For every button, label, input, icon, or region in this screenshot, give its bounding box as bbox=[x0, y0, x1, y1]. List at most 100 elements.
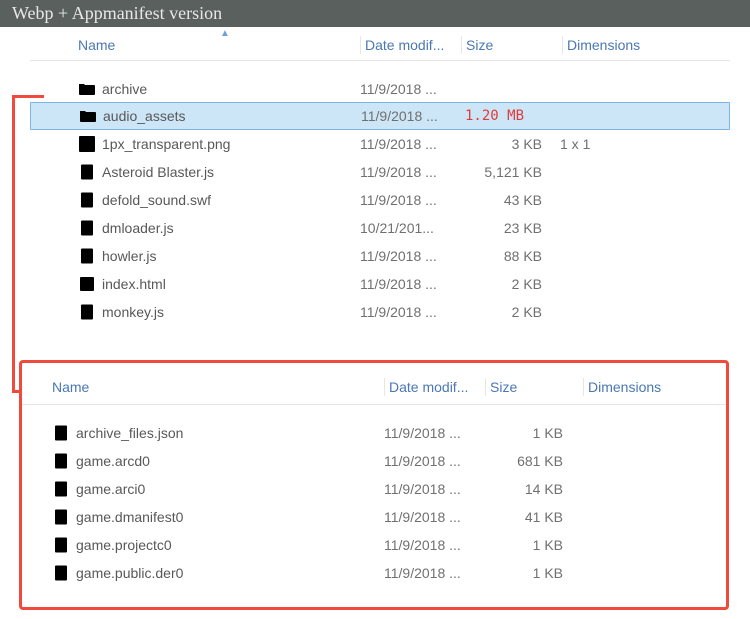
file-size-cell: 1 KB bbox=[484, 565, 581, 581]
html-icon bbox=[78, 275, 96, 293]
script-icon bbox=[78, 219, 96, 237]
file-name-cell: archive bbox=[30, 80, 360, 98]
file-name-label: index.html bbox=[102, 276, 166, 292]
column-header-dimensions[interactable]: Dimensions bbox=[584, 379, 726, 395]
file-date-cell: 11/9/2018 ... bbox=[360, 164, 460, 180]
file-date-cell: 11/9/2018 ... bbox=[384, 481, 484, 497]
folder-icon bbox=[79, 107, 97, 125]
doc-icon bbox=[52, 424, 70, 442]
file-name-cell: game.public.der0 bbox=[22, 564, 384, 582]
file-size-cell: 1 KB bbox=[484, 425, 581, 441]
file-size-cell: 3 KB bbox=[460, 136, 560, 152]
file-row[interactable]: audio_assets 11/9/2018 ...1.20 MB bbox=[30, 102, 730, 130]
file-name-cell: Asteroid Blaster.js bbox=[30, 163, 360, 181]
file-date-cell: 11/9/2018 ... bbox=[384, 509, 484, 525]
file-name-cell: monkey.js bbox=[30, 303, 360, 321]
column-header-name[interactable]: Name bbox=[22, 379, 384, 395]
file-date-cell: 11/9/2018 ... bbox=[384, 565, 484, 581]
script-icon bbox=[78, 303, 96, 321]
column-header-dimensions[interactable]: Dimensions bbox=[563, 37, 730, 53]
file-date-cell: 10/21/201... bbox=[360, 220, 460, 236]
file-size-cell: 2 KB bbox=[460, 276, 560, 292]
file-size-cell: 1.20 MB bbox=[461, 108, 561, 124]
file-name-cell: archive_files.json bbox=[22, 424, 384, 442]
file-name-label: Asteroid Blaster.js bbox=[102, 164, 214, 180]
file-date-cell: 11/9/2018 ... bbox=[360, 276, 460, 292]
callout-box: Name Date modif... Size Dimensions archi… bbox=[19, 360, 729, 610]
file-icon bbox=[52, 536, 70, 554]
column-header-name[interactable]: Name bbox=[30, 37, 360, 53]
file-name-label: game.arci0 bbox=[76, 481, 145, 497]
file-name-label: game.arcd0 bbox=[76, 453, 150, 469]
file-date-cell: 11/9/2018 ... bbox=[360, 81, 460, 97]
file-rows: archive 11/9/2018 ... audio_assets 11/9/201… bbox=[30, 61, 730, 326]
file-size-cell: 1 KB bbox=[484, 537, 581, 553]
file-row[interactable]: defold_sound.swf11/9/2018 ...43 KB bbox=[30, 186, 730, 214]
file-row[interactable]: game.public.der0 11/9/2018 ...1 KB bbox=[22, 559, 726, 587]
script-icon bbox=[78, 163, 96, 181]
window-title-label: Webp + Appmanifest version bbox=[12, 3, 222, 24]
file-row[interactable]: archive 11/9/2018 ... bbox=[30, 75, 730, 103]
window-title: Webp + Appmanifest version bbox=[0, 0, 750, 27]
file-name-label: dmloader.js bbox=[102, 220, 174, 236]
file-date-cell: 11/9/2018 ... bbox=[384, 537, 484, 553]
file-date-cell: 11/9/2018 ... bbox=[360, 192, 460, 208]
file-name-label: game.dmanifest0 bbox=[76, 509, 183, 525]
file-size-cell: 5,121 KB bbox=[460, 164, 560, 180]
file-date-cell: 11/9/2018 ... bbox=[360, 248, 460, 264]
image-icon bbox=[78, 135, 96, 153]
column-header-row: Name Date modif... Size Dimensions bbox=[22, 363, 726, 405]
file-list-top: ▲ Name Date modif... Size Dimensions arc… bbox=[30, 30, 730, 326]
file-row[interactable]: Asteroid Blaster.js 11/9/2018 ...5,121 KB bbox=[30, 158, 730, 186]
column-header-date[interactable]: Date modif... bbox=[361, 37, 461, 53]
file-name-cell: game.arcd0 bbox=[22, 452, 384, 470]
script-icon bbox=[78, 247, 96, 265]
file-name-label: howler.js bbox=[102, 248, 156, 264]
file-size-cell: 681 KB bbox=[484, 453, 581, 469]
file-dimensions-cell: 1 x 1 bbox=[560, 136, 730, 152]
file-name-cell: dmloader.js bbox=[30, 219, 360, 237]
file-name-label: monkey.js bbox=[102, 304, 164, 320]
file-name-label: game.projectc0 bbox=[76, 537, 172, 553]
file-name-cell: 1px_transparent.png bbox=[30, 135, 360, 153]
file-name-label: archive bbox=[102, 81, 147, 97]
callout-connector bbox=[12, 95, 15, 392]
file-name-cell: audio_assets bbox=[31, 107, 361, 125]
file-row[interactable]: 1px_transparent.png 11/9/2018 ...3 KB1 x … bbox=[30, 130, 730, 158]
file-row[interactable]: game.arcd0 11/9/2018 ...681 KB bbox=[22, 447, 726, 475]
file-date-cell: 11/9/2018 ... bbox=[384, 453, 484, 469]
file-name-cell: game.dmanifest0 bbox=[22, 508, 384, 526]
folder-icon bbox=[78, 80, 96, 98]
file-date-cell: 11/9/2018 ... bbox=[360, 304, 460, 320]
doc-icon bbox=[78, 191, 96, 209]
file-row[interactable]: game.arci011/9/2018 ...14 KB bbox=[22, 475, 726, 503]
column-header-date[interactable]: Date modif... bbox=[385, 379, 485, 395]
file-row[interactable]: monkey.js11/9/2018 ...2 KB bbox=[30, 298, 730, 326]
file-date-cell: 11/9/2018 ... bbox=[361, 108, 461, 124]
file-name-cell: game.projectc0 bbox=[22, 536, 384, 554]
file-size-cell: 88 KB bbox=[460, 248, 560, 264]
file-size-cell: 23 KB bbox=[460, 220, 560, 236]
file-icon bbox=[52, 508, 70, 526]
file-name-label: defold_sound.swf bbox=[102, 192, 211, 208]
column-header-row: ▲ Name Date modif... Size Dimensions bbox=[30, 30, 730, 61]
file-date-cell: 11/9/2018 ... bbox=[360, 136, 460, 152]
file-name-label: game.public.der0 bbox=[76, 565, 183, 581]
file-row[interactable]: dmloader.js 10/21/201...23 KB bbox=[30, 214, 730, 242]
file-name-cell: index.html bbox=[30, 275, 360, 293]
file-date-cell: 11/9/2018 ... bbox=[384, 425, 484, 441]
file-name-label: 1px_transparent.png bbox=[102, 136, 230, 152]
file-name-cell: defold_sound.swf bbox=[30, 191, 360, 209]
file-row[interactable]: game.projectc0 11/9/2018 ...1 KB bbox=[22, 531, 726, 559]
column-header-size[interactable]: Size bbox=[486, 379, 583, 395]
file-name-cell: howler.js bbox=[30, 247, 360, 265]
file-icon bbox=[52, 480, 70, 498]
file-icon bbox=[52, 452, 70, 470]
file-name-label: audio_assets bbox=[103, 108, 186, 124]
file-row[interactable]: howler.js 11/9/2018 ...88 KB bbox=[30, 242, 730, 270]
file-row[interactable]: game.dmanifest011/9/2018 ...41 KB bbox=[22, 503, 726, 531]
column-header-size[interactable]: Size bbox=[462, 37, 562, 53]
file-row[interactable]: archive_files.json11/9/2018 ...1 KB bbox=[22, 419, 726, 447]
file-row[interactable]: index.html 11/9/2018 ...2 KB bbox=[30, 270, 730, 298]
file-name-cell: game.arci0 bbox=[22, 480, 384, 498]
